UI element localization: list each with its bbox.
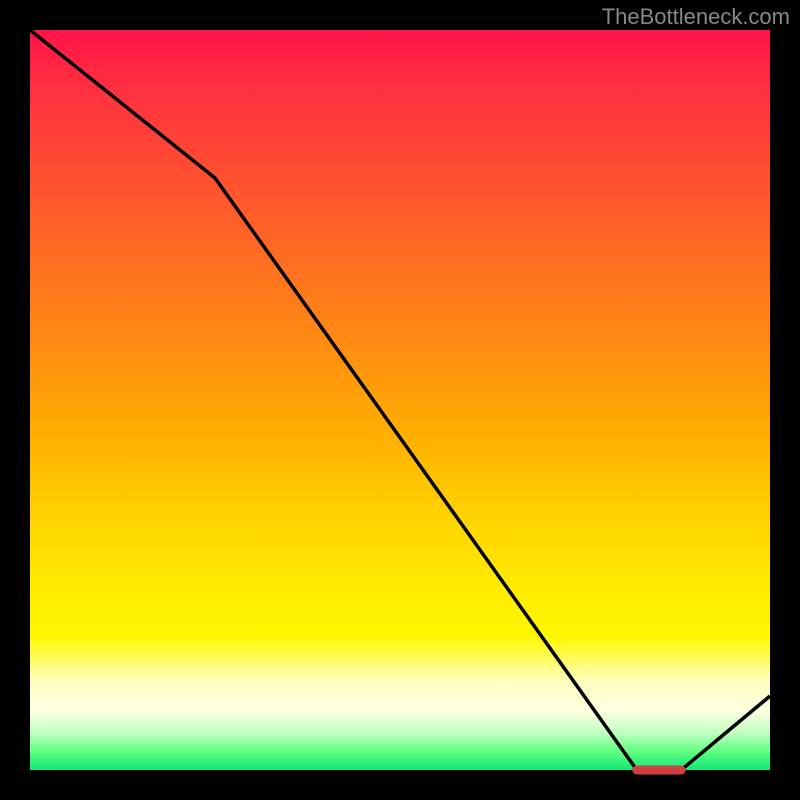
chart-plot-area [30, 30, 770, 770]
attribution-text: TheBottleneck.com [602, 4, 790, 30]
chart-svg [30, 30, 770, 770]
chart-line-path [30, 30, 770, 770]
